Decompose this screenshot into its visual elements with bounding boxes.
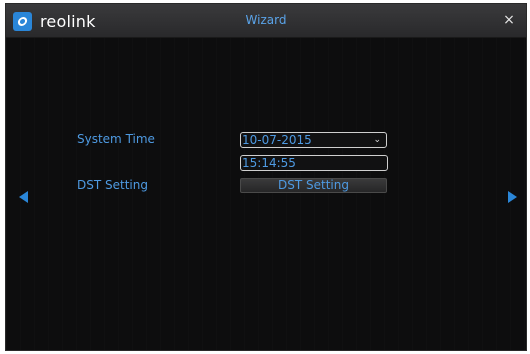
- time-value: 15:14:55: [242, 156, 296, 170]
- dst-setting-label: DST Setting: [77, 178, 148, 192]
- arrow-right-icon[interactable]: [508, 191, 517, 203]
- title-bar: reolink Wizard ×: [6, 4, 526, 38]
- wizard-window: reolink Wizard × System Time 10-07-2015 …: [5, 3, 527, 351]
- date-value: 10-07-2015: [242, 133, 312, 147]
- dst-setting-button[interactable]: DST Setting: [240, 178, 387, 193]
- chevron-down-icon: ⌄: [373, 135, 381, 145]
- window-title: Wizard: [245, 13, 287, 27]
- close-icon[interactable]: ×: [500, 11, 518, 29]
- system-time-label: System Time: [77, 132, 155, 146]
- date-select[interactable]: 10-07-2015 ⌄: [240, 132, 387, 148]
- time-input[interactable]: 15:14:55: [240, 155, 388, 171]
- wizard-content: System Time 10-07-2015 ⌄ 15:14:55 DST Se…: [6, 38, 526, 350]
- arrow-left-icon[interactable]: [19, 191, 28, 203]
